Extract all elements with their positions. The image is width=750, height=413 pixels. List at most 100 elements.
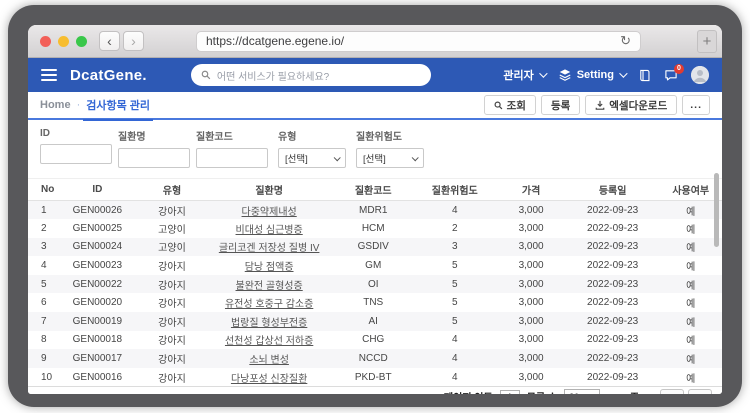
table-cell: GSDIV xyxy=(333,238,413,257)
disease-name-link[interactable]: 다낭포성 신장질환 xyxy=(231,374,307,385)
new-tab-button[interactable]: + xyxy=(697,30,717,53)
table-cell: 3,000 xyxy=(496,256,565,275)
list-count-label: 목록 수 xyxy=(527,389,557,394)
disease-name-link[interactable]: 유전성 호중구 감소증 xyxy=(225,299,313,310)
table-cell: 4 xyxy=(413,368,496,387)
table-cell: NCCD xyxy=(333,349,413,368)
back-icon: ‹ xyxy=(107,34,112,48)
menu-icon[interactable] xyxy=(41,69,57,81)
more-icon: ... xyxy=(690,99,702,111)
table-cell: 4 xyxy=(413,331,496,350)
disease-code-filter-input[interactable] xyxy=(196,148,268,168)
prev-page-button[interactable]: ◀ xyxy=(660,389,684,394)
table-cell: 2022-09-23 xyxy=(566,293,660,312)
table-cell: GEN00019 xyxy=(56,312,139,331)
admin-menu[interactable]: 관리자 xyxy=(503,67,544,83)
table-cell: 3,000 xyxy=(496,238,565,257)
table-cell: 9 xyxy=(28,349,56,368)
table-cell: 3,000 xyxy=(496,349,565,368)
disease-name-link[interactable]: 불완전 골형성증 xyxy=(236,281,303,292)
tab-test-item-management[interactable]: 검사항목 관리 xyxy=(86,97,150,113)
table-cell: 소뇌 변성 xyxy=(205,349,333,368)
table-wrap: NoID유형질환명질환코드질환위험도가격등록일사용여부1GEN00026강아지다… xyxy=(28,178,722,386)
global-search-input[interactable]: 어떤 서비스가 필요하세요? xyxy=(191,64,431,86)
url-text[interactable]: https://dcatgene.egene.io/ xyxy=(206,34,620,48)
address-bar[interactable]: https://dcatgene.egene.io/ ↻ xyxy=(196,31,641,52)
filter-label: ID xyxy=(40,128,112,139)
zoom-window-button[interactable] xyxy=(76,36,87,47)
manual-book-icon[interactable] xyxy=(638,69,651,82)
more-button[interactable]: ... xyxy=(682,95,710,115)
close-window-button[interactable] xyxy=(40,36,51,47)
disease-name-filter-input[interactable] xyxy=(118,148,190,168)
table-cell: 2 xyxy=(413,219,496,238)
disease-name-link[interactable]: 담낭 점액증 xyxy=(245,262,294,273)
table-cell: 강아지 xyxy=(139,312,205,331)
chat-button[interactable]: 0 xyxy=(664,69,678,82)
table-cell: 담낭 점액증 xyxy=(205,256,333,275)
select-value: [선택] xyxy=(285,151,308,165)
page-number-input[interactable] xyxy=(500,390,520,394)
column-header: No xyxy=(28,179,56,201)
register-button[interactable]: 등록 xyxy=(541,95,580,115)
disease-name-link[interactable]: 비대성 심근병증 xyxy=(236,225,303,236)
table-cell: 예 xyxy=(659,238,722,257)
minimize-window-button[interactable] xyxy=(58,36,69,47)
filter-field-disease-code: 질환코드 xyxy=(196,128,268,168)
page-size-select[interactable]: 30 xyxy=(564,389,600,394)
table-row: 1GEN00026강아지다중약제내성MDR143,0002022-09-23예 xyxy=(28,201,722,220)
admin-label: 관리자 xyxy=(503,67,533,83)
column-header: 질환코드 xyxy=(333,179,413,201)
register-button-label: 등록 xyxy=(551,98,570,113)
table-cell: 불완전 골형성증 xyxy=(205,275,333,294)
reload-icon[interactable]: ↻ xyxy=(620,33,631,49)
table-cell: 선천성 갑상선 저하증 xyxy=(205,331,333,350)
disease-name-link[interactable]: 다중약제내성 xyxy=(242,207,297,218)
table-cell: 5 xyxy=(413,275,496,294)
setting-menu[interactable]: Setting xyxy=(558,68,625,82)
table-cell: GEN00020 xyxy=(56,293,139,312)
disease-name-link[interactable]: 소뇌 변성 xyxy=(249,355,289,366)
disease-name-link[interactable]: 글리코겐 저장성 질병 IV xyxy=(219,243,320,254)
id-filter-input[interactable] xyxy=(40,144,112,164)
table-cell: 5 xyxy=(413,312,496,331)
table-cell: 4 xyxy=(28,256,56,275)
excel-button-label: 엑셀다운로드 xyxy=(609,98,667,113)
avatar[interactable] xyxy=(691,66,709,84)
search-button-label: 조회 xyxy=(507,98,526,113)
table-cell: 3,000 xyxy=(496,275,565,294)
table-cell: OI xyxy=(333,275,413,294)
app-logo[interactable]: DcatGene. xyxy=(70,67,147,84)
forward-button[interactable]: › xyxy=(123,31,144,51)
table-cell: 예 xyxy=(659,201,722,220)
download-icon xyxy=(595,100,605,110)
forward-icon: › xyxy=(131,34,136,48)
table-cell: 10 xyxy=(28,368,56,387)
chevron-down-icon xyxy=(539,69,547,77)
filter-label: 질환명 xyxy=(118,128,190,143)
disease-name-link[interactable]: 법랑질 형성부전증 xyxy=(231,318,307,329)
scrollbar[interactable] xyxy=(714,173,719,247)
disease-name-link[interactable]: 선천성 갑상선 저하증 xyxy=(225,336,313,347)
search-button[interactable]: 조회 xyxy=(484,95,536,115)
next-page-button[interactable]: ▶ xyxy=(688,389,712,394)
table-cell: 1 xyxy=(28,201,56,220)
table-cell: GEN00026 xyxy=(56,201,139,220)
table-cell: 예 xyxy=(659,275,722,294)
column-header: 질환위험도 xyxy=(413,179,496,201)
table-cell: GEN00016 xyxy=(56,368,139,387)
browser-window: ‹ › https://dcatgene.egene.io/ ↻ + DcatG… xyxy=(28,25,722,394)
tab-bar: Home · 검사항목 관리 조회 등록 엑셀다운로드 ... xyxy=(28,92,722,120)
type-filter-select[interactable]: [선택] xyxy=(278,148,346,168)
table-cell: 유전성 호중구 감소증 xyxy=(205,293,333,312)
risk-filter-select[interactable]: [선택] xyxy=(356,148,424,168)
table-cell: GEN00023 xyxy=(56,256,139,275)
table-cell: 3,000 xyxy=(496,368,565,387)
filter-label: 질환코드 xyxy=(196,128,268,143)
breadcrumb-home[interactable]: Home xyxy=(40,99,71,111)
excel-download-button[interactable]: 엑셀다운로드 xyxy=(585,95,677,115)
select-value: [선택] xyxy=(363,151,386,165)
back-button[interactable]: ‹ xyxy=(99,31,120,51)
table-row: 10GEN00016강아지다낭포성 신장질환PKD-BT43,0002022-0… xyxy=(28,368,722,387)
filter-field-risk: 질환위험도 [선택] xyxy=(356,128,424,168)
